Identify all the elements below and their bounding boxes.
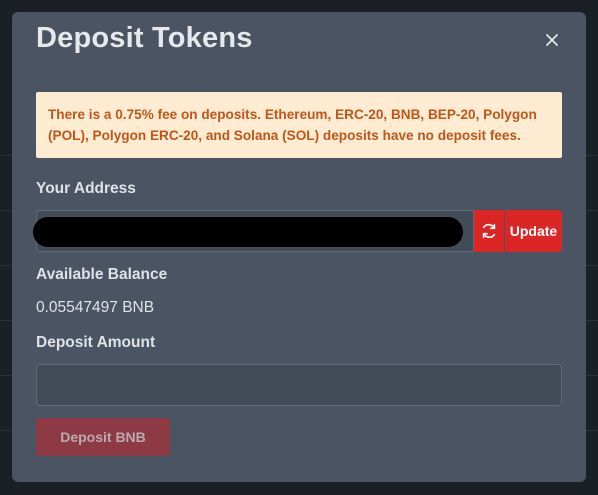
modal-title: Deposit Tokens: [36, 22, 253, 54]
fee-alert: There is a 0.75% fee on deposits. Ethere…: [36, 92, 562, 158]
your-address-label: Your Address: [36, 180, 136, 197]
update-button[interactable]: Update: [505, 210, 562, 252]
available-balance-label: Available Balance: [36, 266, 168, 283]
deposit-amount-input[interactable]: [36, 364, 562, 406]
address-field[interactable]: [33, 210, 474, 252]
close-button[interactable]: [542, 30, 562, 50]
available-balance-value: 0.05547497 BNB: [36, 299, 155, 316]
address-row: Update: [33, 210, 562, 252]
refresh-button[interactable]: [474, 210, 504, 252]
close-icon: [546, 34, 558, 46]
refresh-icon: [482, 223, 496, 239]
redaction-mark: [33, 217, 463, 247]
deposit-button[interactable]: Deposit BNB: [36, 418, 170, 456]
deposit-amount-label: Deposit Amount: [36, 334, 156, 351]
deposit-tokens-modal: Deposit Tokens There is a 0.75% fee on d…: [12, 12, 586, 482]
